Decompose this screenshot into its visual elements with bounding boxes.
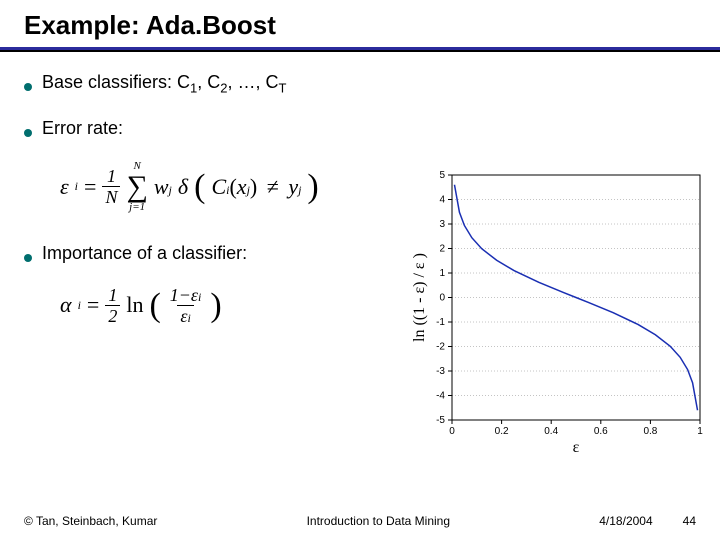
svg-text:2: 2 <box>439 244 445 255</box>
svg-text:5: 5 <box>439 170 445 181</box>
sub: j <box>298 183 301 197</box>
svg-text:1: 1 <box>439 268 445 279</box>
denominator: 2 <box>105 305 120 325</box>
bullet-error-rate: Error rate: <box>24 118 696 139</box>
subscript: T <box>279 81 287 96</box>
text: Base classifiers: C <box>42 72 190 92</box>
svg-text:-4: -4 <box>436 391 445 402</box>
bullet-text: Base classifiers: C1, C2, …, CT <box>42 72 287 96</box>
svg-text:0: 0 <box>439 293 445 304</box>
svg-text:-3: -3 <box>436 366 445 377</box>
sym: ≠ <box>267 174 279 199</box>
svg-text:-2: -2 <box>436 342 445 353</box>
sub: i <box>78 298 81 313</box>
sum-lower: j=1 <box>129 202 145 213</box>
bullet-text: Error rate: <box>42 118 123 139</box>
sym: = <box>84 174 96 200</box>
bullet-base-classifiers: Base classifiers: C1, C2, …, CT <box>24 72 696 96</box>
footer-date: 4/18/2004 <box>599 514 652 528</box>
footer: © Tan, Steinbach, Kumar Introduction to … <box>0 514 720 528</box>
summation: N ∑ j=1 <box>126 161 147 213</box>
fraction: 1 2 <box>105 286 120 325</box>
bullet-text: Importance of a classifier: <box>42 243 247 264</box>
fraction: 1−εi εi <box>167 286 205 325</box>
paren-open: ( <box>149 292 160 319</box>
footer-copyright: © Tan, Steinbach, Kumar <box>24 514 157 528</box>
subscript: 2 <box>220 81 227 96</box>
bullet-icon <box>24 254 32 262</box>
sym: α <box>60 292 72 318</box>
importance-chart: 0 0.2 0.4 0.6 0.8 1 -5 -4 -3 -2 -1 0 1 2 3 4 5 ε ln ((1 - … <box>410 165 710 455</box>
fraction: 1 N <box>102 167 120 206</box>
bullet-icon <box>24 83 32 91</box>
svg-text:0.8: 0.8 <box>643 426 657 437</box>
page-title: Example: Ada.Boost <box>0 0 720 47</box>
bullet-icon <box>24 129 32 137</box>
numerator: 1 <box>104 167 119 186</box>
svg-text:0.6: 0.6 <box>594 426 608 437</box>
svg-text:3: 3 <box>439 219 445 230</box>
denominator: εi <box>177 305 193 325</box>
svg-text:-1: -1 <box>436 317 445 328</box>
numerator: 1 <box>105 286 120 305</box>
svg-text:0: 0 <box>449 426 455 437</box>
footer-title: Introduction to Data Mining <box>157 514 599 528</box>
svg-text:4: 4 <box>439 195 445 206</box>
paren-close: ) <box>210 292 221 319</box>
paren-close: ) <box>307 173 318 200</box>
svg-text:-5: -5 <box>436 415 445 426</box>
svg-text:ε: ε <box>573 439 580 455</box>
svg-text:0.4: 0.4 <box>544 426 558 437</box>
sym: = <box>87 292 99 318</box>
sym: ( <box>229 174 236 199</box>
svg-text:0.2: 0.2 <box>495 426 509 437</box>
sym: y <box>288 174 298 199</box>
sym: δ <box>178 174 188 200</box>
sub: i <box>75 179 78 194</box>
denominator: N <box>102 186 120 206</box>
sym: ) <box>250 174 257 199</box>
sub: j <box>169 183 172 197</box>
svg-text:ln ((1 - ε) / ε ): ln ((1 - ε) / ε ) <box>411 253 428 342</box>
sym: ln <box>126 292 143 318</box>
svg-text:1: 1 <box>697 426 703 437</box>
text: , …, C <box>228 72 279 92</box>
sym: C <box>211 174 226 199</box>
sym: ε <box>60 174 69 200</box>
sym: x <box>237 174 247 199</box>
footer-page: 44 <box>683 514 696 528</box>
numerator: 1−εi <box>167 286 205 305</box>
paren-open: ( <box>194 173 205 200</box>
text: , C <box>197 72 220 92</box>
sym: w <box>154 174 169 199</box>
